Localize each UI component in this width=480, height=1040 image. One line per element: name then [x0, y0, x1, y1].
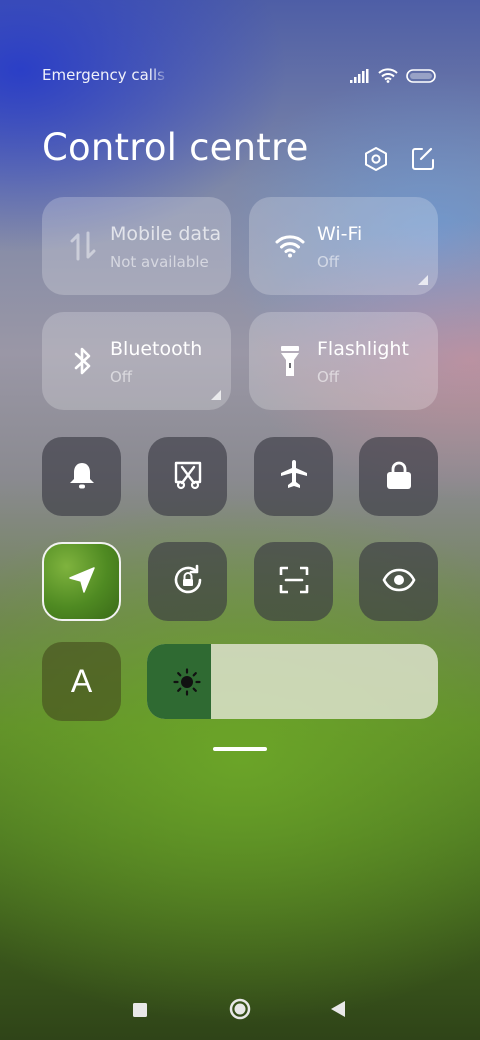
recents-icon [133, 1002, 147, 1021]
eye-icon [382, 568, 416, 596]
airplane-icon [278, 459, 310, 495]
toggle-rotation-lock[interactable] [148, 542, 227, 621]
sun-icon [173, 668, 201, 696]
status-icons [350, 68, 436, 87]
status-bar: Emergency calls only [42, 62, 436, 90]
screenshot-icon [173, 460, 203, 494]
page-title: Control centre [42, 126, 309, 169]
drag-handle[interactable] [213, 747, 267, 751]
wifi-icon [275, 229, 305, 263]
home-button[interactable] [225, 996, 255, 1026]
tile-label: Flashlight [317, 338, 409, 360]
brightness-slider[interactable] [147, 644, 438, 719]
expand-indicator[interactable] [211, 390, 221, 400]
carrier-text: Emergency calls only [42, 66, 170, 84]
settings-icon[interactable] [363, 146, 389, 172]
tile-label: Wi-Fi [317, 223, 363, 245]
location-icon [67, 565, 97, 599]
tile-bluetooth[interactable]: Bluetooth Off [42, 312, 231, 410]
edit-icon[interactable] [410, 146, 436, 172]
lock-icon [386, 460, 412, 494]
tile-status: Off [317, 253, 340, 271]
tile-wifi[interactable]: Wi-Fi Off [249, 197, 438, 295]
tile-flashlight[interactable]: Flashlight Off [249, 312, 438, 410]
toggle-reading-mode[interactable] [359, 542, 438, 621]
back-icon [331, 1001, 345, 1021]
toggle-airplane[interactable] [254, 437, 333, 516]
tile-label: Mobile data [110, 223, 220, 245]
rotation-lock-icon [171, 563, 205, 601]
tile-status: Not available [110, 253, 209, 271]
toggle-scanner[interactable] [254, 542, 333, 621]
tile-mobile-data[interactable]: Mobile data Not available [42, 197, 231, 295]
wifi-icon [378, 68, 398, 87]
toggle-location[interactable] [42, 542, 121, 621]
tile-status: Off [110, 368, 133, 386]
tile-label: Bluetooth [110, 338, 203, 360]
recents-button[interactable] [125, 996, 155, 1026]
toggle-font[interactable]: A [42, 642, 121, 721]
tile-status: Off [317, 368, 340, 386]
toggle-screenshot[interactable] [148, 437, 227, 516]
mobile-data-icon [68, 229, 98, 263]
back-button[interactable] [323, 996, 353, 1026]
scan-icon [279, 566, 309, 598]
flashlight-icon [275, 344, 305, 378]
toggle-ringer[interactable] [42, 437, 121, 516]
expand-indicator[interactable] [418, 275, 428, 285]
font-icon: A [70, 663, 93, 699]
home-icon [229, 998, 251, 1024]
signal-icon [350, 68, 370, 87]
bell-icon [68, 460, 96, 494]
bluetooth-icon [68, 344, 98, 378]
toggle-lock-screen[interactable] [359, 437, 438, 516]
battery-icon [406, 68, 436, 87]
